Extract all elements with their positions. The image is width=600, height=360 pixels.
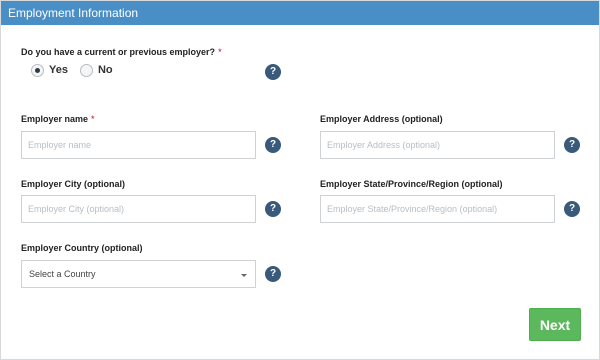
next-button[interactable]: Next	[529, 308, 581, 341]
employer-state-label: Employer State/Province/Region (optional…	[320, 179, 503, 189]
employer-name-input[interactable]	[21, 131, 256, 159]
radio-no-circle[interactable]	[79, 63, 93, 77]
radio-no-label[interactable]: No	[98, 64, 113, 76]
radio-yes-circle[interactable]	[31, 63, 44, 77]
employer-address-label: Employer Address (optional)	[320, 114, 443, 124]
current-employer-question: Do you have a current or previous employ…	[21, 47, 222, 57]
required-mark: *	[91, 114, 95, 124]
help-icon[interactable]: ?	[265, 137, 281, 153]
help-icon[interactable]: ?	[265, 201, 281, 217]
radio-yes-label[interactable]: Yes	[49, 64, 68, 76]
employer-name-label: Employer name *	[21, 114, 95, 124]
employer-city-input[interactable]	[21, 195, 256, 223]
help-icon[interactable]: ?	[564, 201, 580, 217]
employer-state-input[interactable]	[320, 195, 555, 223]
chevron-down-icon	[241, 274, 247, 277]
country-select[interactable]: Select a Country	[21, 260, 256, 288]
required-mark: *	[218, 47, 222, 57]
help-icon[interactable]: ?	[564, 137, 580, 153]
current-employer-radio-group: Yes No	[31, 62, 125, 78]
help-icon[interactable]: ?	[265, 64, 281, 80]
employment-information-panel: Employment Information Do you have a cur…	[0, 0, 600, 360]
employer-name-label-text: Employer name	[21, 114, 89, 124]
employer-city-label: Employer City (optional)	[21, 179, 126, 189]
current-employer-question-text: Do you have a current or previous employ…	[21, 47, 216, 57]
radio-yes[interactable]: Yes	[31, 63, 68, 77]
panel-title: Employment Information	[1, 1, 599, 25]
radio-no[interactable]: No	[79, 63, 113, 77]
help-icon[interactable]: ?	[265, 266, 281, 282]
employer-country-label: Employer Country (optional)	[21, 243, 143, 253]
employer-address-input[interactable]	[320, 131, 555, 159]
country-select-value: Select a Country	[29, 269, 96, 279]
